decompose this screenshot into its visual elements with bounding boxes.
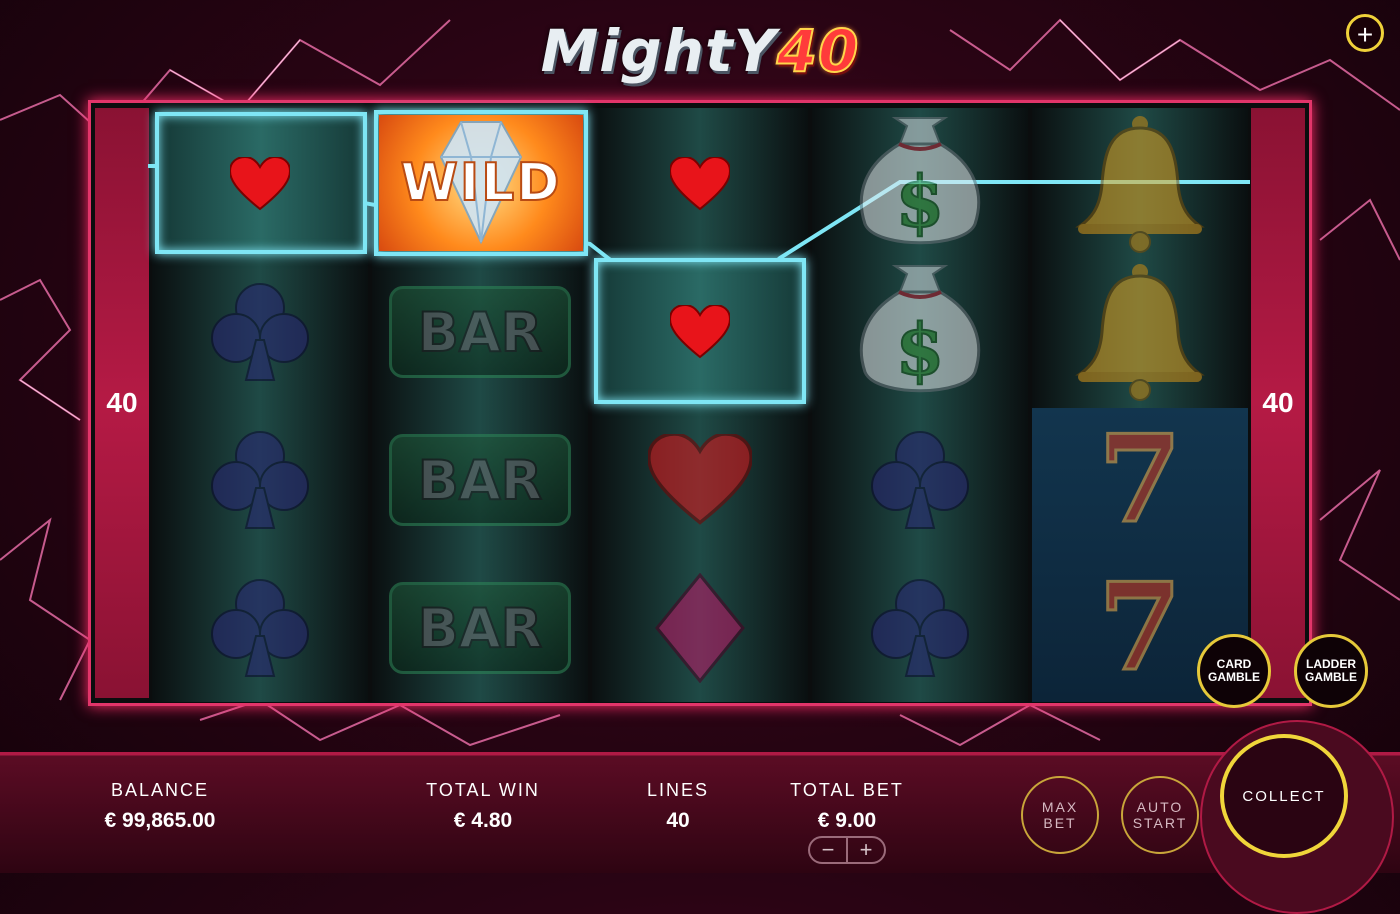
seven-label: 7 xyxy=(1097,409,1183,550)
bet-decrease-button[interactable]: − xyxy=(810,838,846,862)
balance-label: BALANCE xyxy=(110,780,210,800)
auto-start-button[interactable]: AUTO START xyxy=(1121,776,1199,854)
max-bet-line2: BET xyxy=(1043,815,1077,831)
symbol-money-bag: $ xyxy=(812,258,1028,406)
symbol-heart xyxy=(592,110,808,258)
symbol-wild: WILD xyxy=(379,115,583,251)
ladder-gamble-button[interactable]: LADDER GAMBLE xyxy=(1294,634,1368,708)
symbol-heart xyxy=(592,258,808,406)
lines-label: LINES xyxy=(646,780,710,800)
balance-value: € 99,865.00 xyxy=(104,809,216,832)
total-bet-value: € 9.00 xyxy=(817,809,877,832)
symbol-bar: BAR xyxy=(372,554,588,702)
symbol-heart xyxy=(152,110,368,258)
symbol-club xyxy=(812,554,1028,702)
lines-display: LINES 40 xyxy=(618,780,738,833)
win-symbol-box: WILD xyxy=(374,110,588,256)
club-icon xyxy=(871,431,969,529)
total-win-label: TOTAL WIN xyxy=(426,780,540,800)
auto-start-line2: START xyxy=(1132,815,1188,831)
symbol-heart xyxy=(592,406,808,554)
svg-text:$: $ xyxy=(896,160,945,243)
symbol-club xyxy=(152,406,368,554)
symbol-bar: BAR xyxy=(372,258,588,406)
total-win-value: € 4.80 xyxy=(453,809,513,832)
total-bet-label: TOTAL BET xyxy=(790,780,904,800)
symbol-money-bag: $ xyxy=(812,110,1028,258)
bet-stepper: − + xyxy=(808,836,886,864)
max-bet-line1: MAX xyxy=(1041,799,1079,815)
collect-button[interactable]: COLLECT xyxy=(1220,734,1348,858)
svg-text:$: $ xyxy=(896,308,945,391)
club-icon xyxy=(211,431,309,529)
club-icon xyxy=(871,579,969,677)
bar-label: BAR xyxy=(389,434,571,526)
symbol-diamond xyxy=(592,554,808,702)
wild-label: WILD xyxy=(399,152,562,214)
bet-increase-button[interactable]: + xyxy=(846,838,884,862)
lines-value: 40 xyxy=(666,809,690,832)
symbol-seven: 7 xyxy=(1032,406,1248,554)
symbol-bell xyxy=(1032,110,1248,258)
heart-icon xyxy=(230,157,290,211)
balance-display: BALANCE € 99,865.00 xyxy=(70,780,250,833)
bell-icon xyxy=(1075,116,1205,253)
heart-icon xyxy=(648,434,752,525)
heart-icon xyxy=(670,305,730,359)
total-bet-display: TOTAL BET € 9.00 xyxy=(767,780,927,833)
ladder-gamble-line2: GAMBLE xyxy=(1305,670,1357,684)
bar-label: BAR xyxy=(389,286,571,378)
bell-icon xyxy=(1075,264,1205,401)
symbol-club xyxy=(152,258,368,406)
money-bag-icon: $ xyxy=(859,265,981,393)
card-gamble-line2: GAMBLE xyxy=(1208,670,1260,684)
bar-label: BAR xyxy=(389,582,571,674)
diamond-suit-icon xyxy=(655,573,745,683)
symbol-club xyxy=(152,554,368,702)
card-gamble-button[interactable]: CARD GAMBLE xyxy=(1197,634,1271,708)
symbol-bar: BAR xyxy=(372,406,588,554)
collect-label: COLLECT xyxy=(1242,787,1326,805)
club-icon xyxy=(211,283,309,381)
max-bet-button[interactable]: MAX BET xyxy=(1021,776,1099,854)
symbol-bell xyxy=(1032,258,1248,406)
total-win-display: TOTAL WIN € 4.80 xyxy=(393,780,573,833)
symbol-club xyxy=(812,406,1028,554)
club-icon xyxy=(211,579,309,677)
auto-start-line1: AUTO xyxy=(1136,799,1184,815)
money-bag-icon: $ xyxy=(859,117,981,245)
seven-label: 7 xyxy=(1097,557,1183,698)
heart-icon xyxy=(670,157,730,211)
